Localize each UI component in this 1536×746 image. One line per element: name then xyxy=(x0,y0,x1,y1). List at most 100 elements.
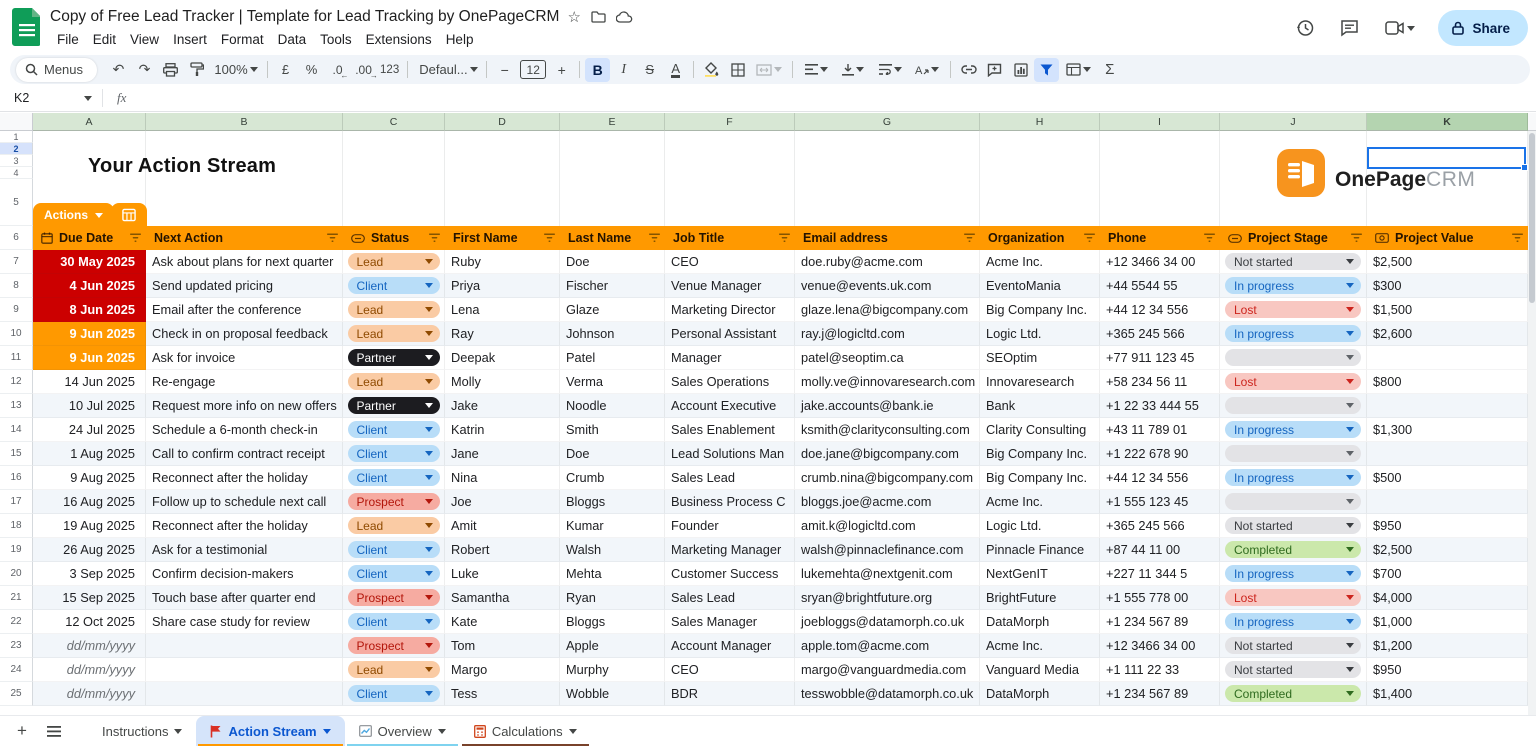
cell-stage[interactable]: Not started xyxy=(1220,658,1367,682)
cell-due-date[interactable]: 26 Aug 2025 xyxy=(33,538,146,562)
cell-action[interactable]: Follow up to schedule next call xyxy=(146,490,343,514)
stage-dropdown[interactable]: Not started xyxy=(1225,253,1361,270)
status-dropdown[interactable]: Client xyxy=(347,613,440,630)
cell-action[interactable]: Ask for a testimonial xyxy=(146,538,343,562)
cell-status[interactable]: Lead xyxy=(343,298,445,322)
header-status[interactable]: Status xyxy=(343,226,445,250)
cell-org[interactable]: Bank xyxy=(980,394,1100,418)
status-dropdown[interactable]: Partner xyxy=(347,397,440,414)
cell-value[interactable] xyxy=(1367,394,1528,418)
cell-due-date[interactable]: 8 Jun 2025 xyxy=(33,298,146,322)
functions-button[interactable]: Σ xyxy=(1097,58,1122,82)
cell-email[interactable]: doe.jane@bigcompany.com xyxy=(795,442,980,466)
cell-org[interactable]: BrightFuture xyxy=(980,586,1100,610)
cell-status[interactable]: Lead xyxy=(343,514,445,538)
cell-phone[interactable]: +365 245 566 xyxy=(1100,322,1220,346)
status-dropdown[interactable]: Client xyxy=(347,565,440,582)
cell-job[interactable]: Personal Assistant xyxy=(665,322,795,346)
column-header-G[interactable]: G xyxy=(795,113,980,131)
cell-phone[interactable]: +365 245 566 xyxy=(1100,514,1220,538)
scrollbar-thumb[interactable] xyxy=(1529,133,1535,303)
strikethrough-button[interactable]: S xyxy=(637,58,662,82)
cell-stage[interactable]: In progress xyxy=(1220,466,1367,490)
column-header-B[interactable]: B xyxy=(146,113,343,131)
paint-format-button[interactable] xyxy=(184,58,209,82)
cell-action[interactable] xyxy=(146,634,343,658)
cell-org[interactable]: Big Company Inc. xyxy=(980,466,1100,490)
row-header-19[interactable]: 19 xyxy=(0,538,33,562)
cell-org[interactable]: Acme Inc. xyxy=(980,490,1100,514)
cell-due-date[interactable]: dd/mm/yyyy xyxy=(33,634,146,658)
all-sheets-button[interactable] xyxy=(38,718,70,744)
cell-first[interactable]: Nina xyxy=(445,466,560,490)
cell-email[interactable]: ksmith@clarityconsulting.com xyxy=(795,418,980,442)
cell-job[interactable]: Marketing Manager xyxy=(665,538,795,562)
menu-insert[interactable]: Insert xyxy=(166,30,214,49)
cell-phone[interactable]: +58 234 56 11 xyxy=(1100,370,1220,394)
row-header-12[interactable]: 12 xyxy=(0,370,33,394)
cell-value[interactable]: $4,000 xyxy=(1367,586,1528,610)
redo-button[interactable]: ↷ xyxy=(132,58,157,82)
stage-dropdown[interactable] xyxy=(1225,445,1361,462)
cell-job[interactable]: CEO xyxy=(665,250,795,274)
cell-email[interactable]: tesswobble@datamorph.co.uk xyxy=(795,682,980,706)
cell-org[interactable]: DataMorph xyxy=(980,682,1100,706)
cell-first[interactable]: Amit xyxy=(445,514,560,538)
cell-stage[interactable] xyxy=(1220,346,1367,370)
cell-last[interactable]: Patel xyxy=(560,346,665,370)
cell-job[interactable]: Sales Lead xyxy=(665,586,795,610)
cloud-status-icon[interactable] xyxy=(615,11,633,23)
cell-value[interactable]: $1,500 xyxy=(1367,298,1528,322)
filter-funnel-icon[interactable] xyxy=(779,233,790,243)
increase-decimal-button[interactable]: .00 → xyxy=(351,58,378,82)
cell-action[interactable]: Email after the conference xyxy=(146,298,343,322)
cell-due-date[interactable]: 30 May 2025 xyxy=(33,250,146,274)
cell-due-date[interactable]: dd/mm/yyyy xyxy=(33,658,146,682)
cell-value[interactable]: $1,400 xyxy=(1367,682,1528,706)
row-header-20[interactable]: 20 xyxy=(0,562,33,586)
cell-first[interactable]: Ruby xyxy=(445,250,560,274)
filter-funnel-icon[interactable] xyxy=(1512,233,1523,243)
cell-value[interactable]: $1,200 xyxy=(1367,634,1528,658)
insert-comment-button[interactable] xyxy=(982,58,1007,82)
cell-phone[interactable]: +1 222 678 90 xyxy=(1100,442,1220,466)
cell-org[interactable]: Big Company Inc. xyxy=(980,442,1100,466)
cell-org[interactable]: NextGenIT xyxy=(980,562,1100,586)
header-job-title[interactable]: Job Title xyxy=(665,226,795,250)
cell-value[interactable]: $950 xyxy=(1367,514,1528,538)
row-header-5[interactable]: 5 xyxy=(0,179,33,226)
cell-job[interactable]: Marketing Director xyxy=(665,298,795,322)
cell-action[interactable]: Reconnect after the holiday xyxy=(146,466,343,490)
cell-stage[interactable]: Completed xyxy=(1220,538,1367,562)
column-header-E[interactable]: E xyxy=(560,113,665,131)
column-header-D[interactable]: D xyxy=(445,113,560,131)
cell-job[interactable]: Founder xyxy=(665,514,795,538)
cell-action[interactable]: Share case study for review xyxy=(146,610,343,634)
table-tool-tab[interactable] xyxy=(111,203,147,226)
cell-first[interactable]: Priya xyxy=(445,274,560,298)
cell-last[interactable]: Bloggs xyxy=(560,490,665,514)
cell-first[interactable]: Robert xyxy=(445,538,560,562)
header-organization[interactable]: Organization xyxy=(980,226,1100,250)
row-header-1[interactable]: 1 xyxy=(0,131,33,143)
video-call-button[interactable] xyxy=(1374,10,1426,46)
cell-org[interactable]: Logic Ltd. xyxy=(980,514,1100,538)
cell-email[interactable]: walsh@pinnaclefinance.com xyxy=(795,538,980,562)
decrease-font-size-button[interactable]: − xyxy=(492,58,517,82)
cell-action[interactable]: Ask for invoice xyxy=(146,346,343,370)
name-box[interactable]: K2 xyxy=(0,91,102,105)
filter-funnel-icon[interactable] xyxy=(964,233,975,243)
cell-value[interactable]: $2,500 xyxy=(1367,538,1528,562)
cell-first[interactable]: Ray xyxy=(445,322,560,346)
status-dropdown[interactable]: Client xyxy=(347,445,440,462)
cell-job[interactable]: Venue Manager xyxy=(665,274,795,298)
zoom-select[interactable]: 100% xyxy=(210,58,262,82)
cell-due-date[interactable]: 3 Sep 2025 xyxy=(33,562,146,586)
star-icon[interactable]: ☆ xyxy=(567,8,580,26)
filter-funnel-icon[interactable] xyxy=(429,233,440,243)
stage-dropdown[interactable]: Not started xyxy=(1225,637,1361,654)
row-header-4[interactable]: 4 xyxy=(0,167,33,179)
select-all-corner[interactable] xyxy=(0,113,33,131)
cell-last[interactable]: Wobble xyxy=(560,682,665,706)
row-header-14[interactable]: 14 xyxy=(0,418,33,442)
